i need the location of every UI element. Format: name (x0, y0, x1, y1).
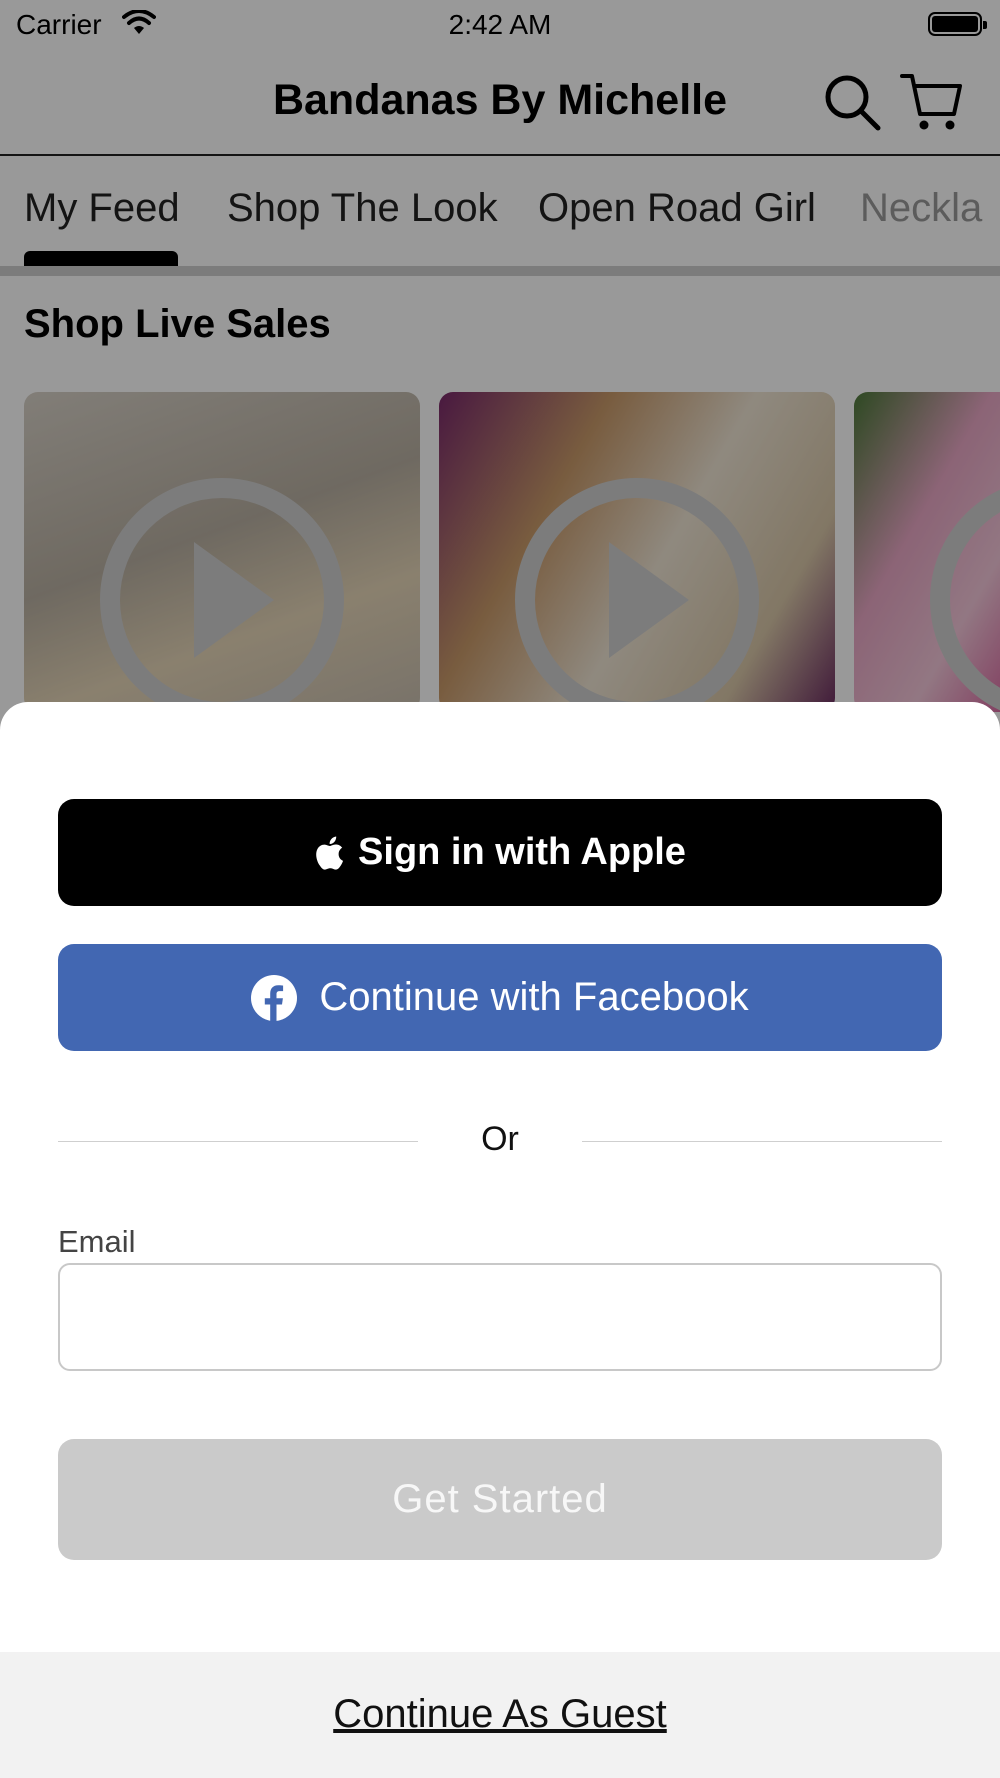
sign-in-with-apple-button[interactable]: Sign in with Apple (58, 799, 942, 906)
facebook-icon (251, 974, 298, 1021)
continue-as-guest-link[interactable]: Continue As Guest (0, 1692, 1000, 1737)
apple-button-label: Sign in with Apple (358, 831, 686, 873)
apple-icon (316, 836, 344, 870)
login-bottom-sheet: Sign in with Apple Continue with Faceboo… (0, 702, 1000, 1778)
email-label: Email (58, 1224, 136, 1259)
facebook-button-label: Continue with Facebook (319, 975, 749, 1019)
or-separator: Or (481, 1120, 519, 1158)
guest-footer: Continue As Guest (0, 1652, 1000, 1778)
divider-line-right (582, 1141, 942, 1142)
continue-with-facebook-button[interactable]: Continue with Facebook (58, 944, 942, 1051)
email-field[interactable] (58, 1263, 942, 1371)
get-started-button[interactable]: Get Started (58, 1439, 942, 1560)
